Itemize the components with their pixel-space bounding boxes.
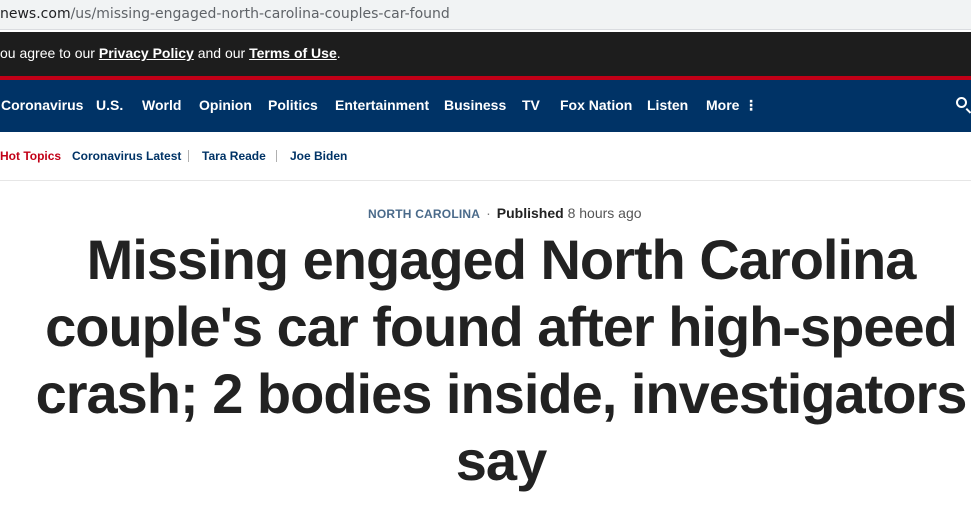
url-text[interactable]: news.com/us/missing-engaged-north-caroli… bbox=[0, 6, 450, 22]
consent-suffix: . bbox=[336, 45, 341, 61]
nav-item-entertainment[interactable]: Entertainment bbox=[335, 97, 429, 113]
hot-topics-label: Hot Topics bbox=[0, 149, 62, 163]
headline-line: Missing engaged North Carolina bbox=[86, 228, 917, 291]
hot-topic-coronavirus-latest[interactable]: Coronavirus Latest bbox=[72, 149, 181, 163]
headline-line: crash; 2 bodies inside, investigators bbox=[35, 362, 968, 425]
article-headline: Missing engaged North Carolina couple's … bbox=[0, 226, 971, 494]
hot-topic-divider bbox=[276, 150, 277, 162]
nav-item-listen[interactable]: Listen bbox=[647, 97, 688, 113]
hot-topic-divider bbox=[188, 150, 189, 162]
nav-item-fox-nation[interactable]: Fox Nation bbox=[560, 97, 632, 113]
hot-topic-tara-reade[interactable]: Tara Reade bbox=[202, 149, 266, 163]
nav-item-tv[interactable]: TV bbox=[522, 97, 540, 113]
article-meta: NORTH CAROLINA · Published 8 hours ago bbox=[368, 205, 642, 221]
nav-item-more[interactable]: More bbox=[706, 97, 739, 113]
nav-item-politics[interactable]: Politics bbox=[268, 97, 318, 113]
nav-item-business[interactable]: Business bbox=[444, 97, 506, 113]
terms-of-use-link[interactable]: Terms of Use bbox=[249, 45, 337, 61]
consent-prefix: ou agree to our bbox=[0, 45, 99, 61]
search-icon[interactable] bbox=[956, 97, 967, 108]
headline-line: couple's car found after high-speed bbox=[45, 295, 958, 358]
article-category-link[interactable]: NORTH CAROLINA bbox=[368, 207, 480, 221]
nav-item-opinion[interactable]: Opinion bbox=[199, 97, 252, 113]
consent-banner: ou agree to our Privacy Policy and our T… bbox=[0, 32, 971, 76]
headline-line: say bbox=[455, 429, 547, 492]
url-path: /us/missing-engaged-north-carolina-coupl… bbox=[70, 6, 450, 22]
privacy-policy-link[interactable]: Privacy Policy bbox=[99, 45, 194, 61]
nav-item-us[interactable]: U.S. bbox=[96, 97, 123, 113]
url-host: news.com bbox=[0, 6, 71, 22]
meta-separator: · bbox=[486, 205, 491, 221]
consent-middle: and our bbox=[193, 45, 250, 61]
hot-topics-bar: Hot Topics Coronavirus Latest Tara Reade… bbox=[0, 132, 971, 181]
browser-url-bar[interactable]: news.com/us/missing-engaged-north-caroli… bbox=[0, 0, 971, 30]
nav-item-world[interactable]: World bbox=[142, 97, 181, 113]
published-label: Published bbox=[496, 205, 564, 221]
hot-topic-joe-biden[interactable]: Joe Biden bbox=[290, 149, 347, 163]
nav-item-coronavirus[interactable]: Coronavirus bbox=[1, 97, 83, 113]
more-dots-icon[interactable]: ⋮ bbox=[744, 97, 758, 114]
published-time: 8 hours ago bbox=[567, 205, 642, 221]
consent-text: ou agree to our Privacy Policy and our T… bbox=[0, 45, 341, 61]
main-nav: Coronavirus U.S. World Opinion Politics … bbox=[0, 80, 971, 132]
